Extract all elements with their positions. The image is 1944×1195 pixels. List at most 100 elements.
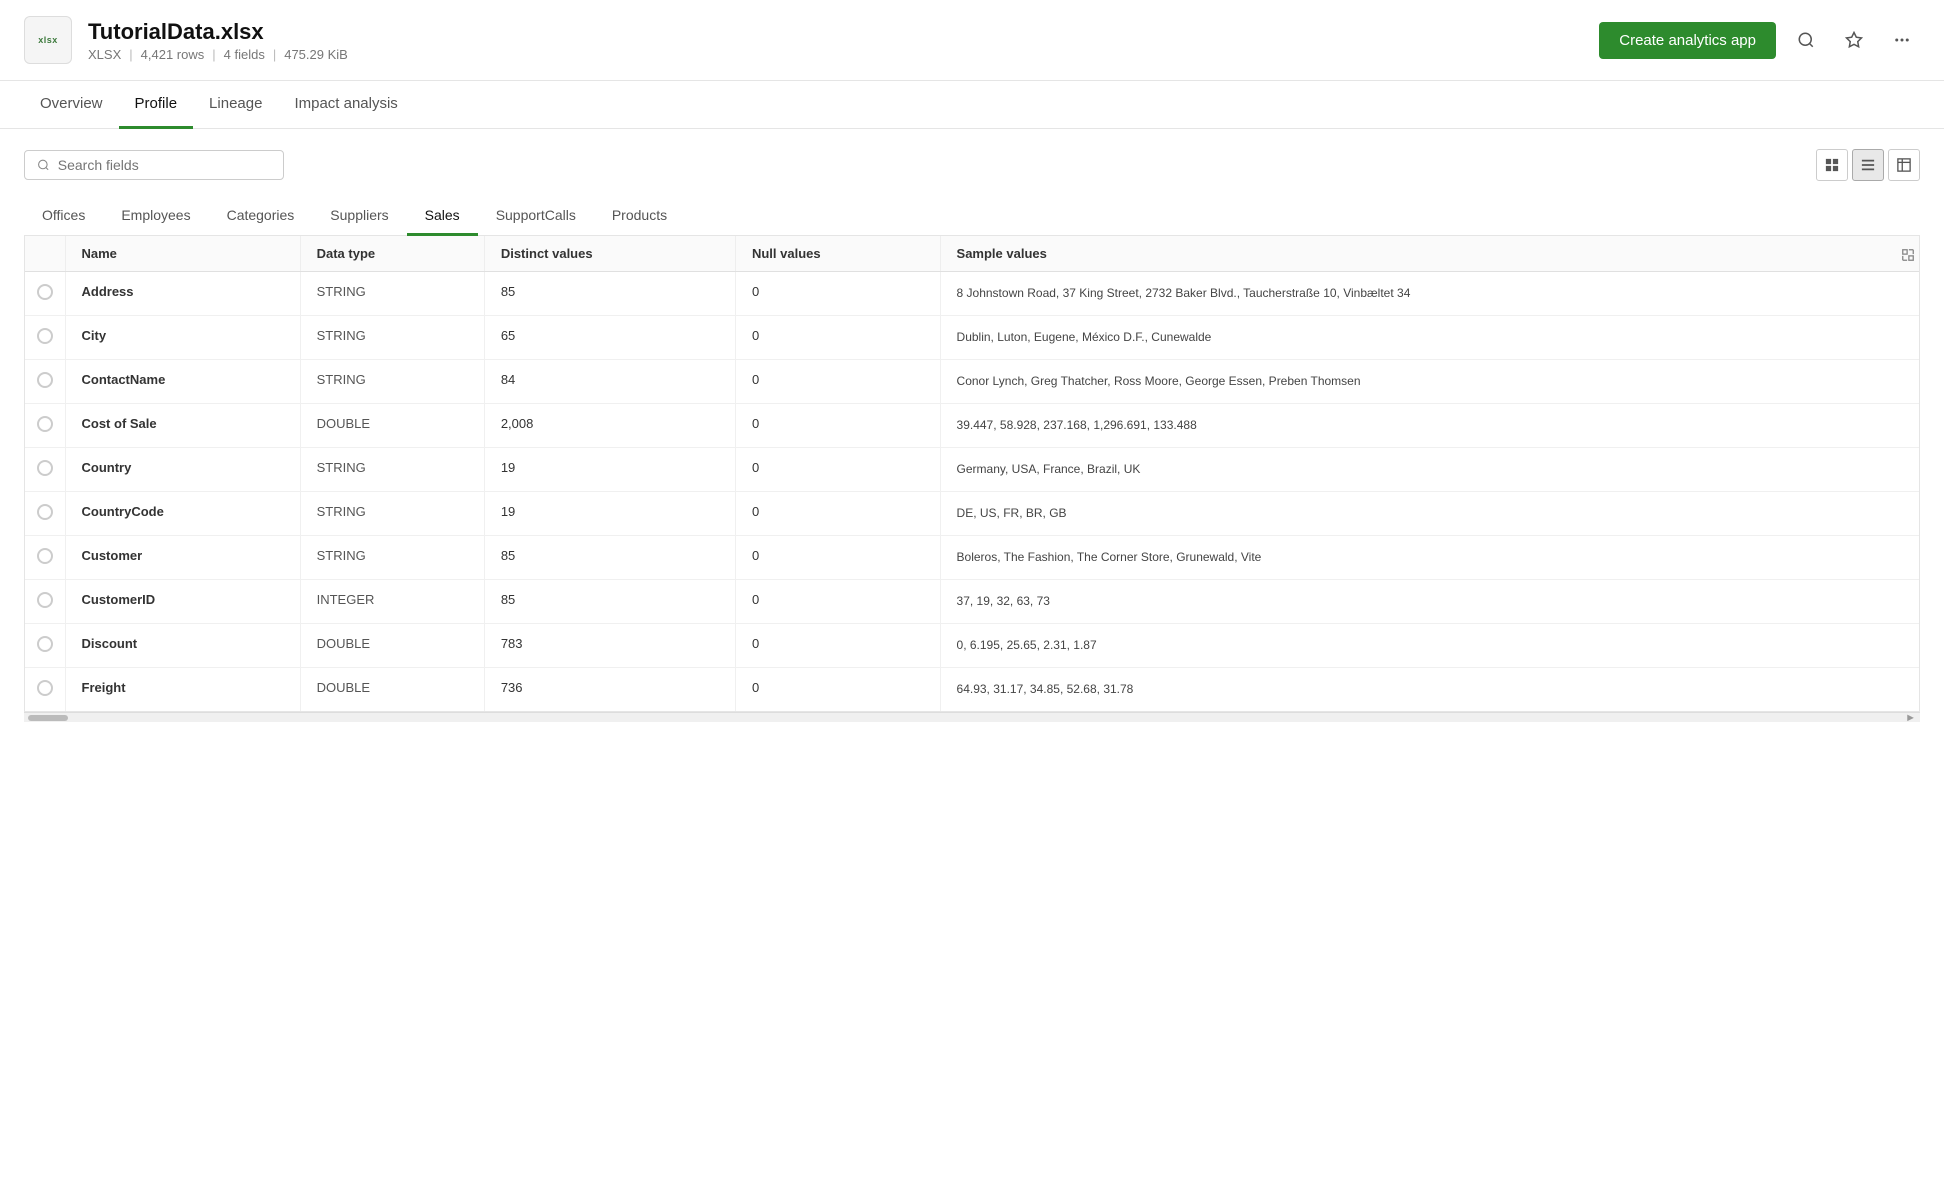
row-checkbox[interactable]	[37, 372, 53, 388]
more-icon	[1893, 31, 1911, 49]
row-checkbox[interactable]	[37, 680, 53, 696]
data-type: STRING	[317, 548, 366, 563]
row-distinct-cell: 85	[484, 272, 735, 316]
col-select	[25, 236, 65, 272]
row-null-cell: 0	[735, 272, 940, 316]
row-select-cell	[25, 404, 65, 448]
sample-values: Dublin, Luton, Eugene, México D.F., Cune…	[957, 330, 1212, 344]
main-content: Offices Employees Categories Suppliers S…	[0, 129, 1944, 742]
row-checkbox[interactable]	[37, 592, 53, 608]
row-distinct-cell: 736	[484, 668, 735, 712]
row-datatype-cell: STRING	[300, 360, 484, 404]
create-analytics-app-button[interactable]: Create analytics app	[1599, 22, 1776, 59]
row-name-cell: Freight	[65, 668, 300, 712]
row-checkbox[interactable]	[37, 328, 53, 344]
cat-tab-suppliers[interactable]: Suppliers	[312, 197, 406, 236]
cat-tab-products[interactable]: Products	[594, 197, 685, 236]
search-fields-input[interactable]	[58, 157, 271, 173]
sample-values: DE, US, FR, BR, GB	[957, 506, 1067, 520]
row-distinct-cell: 19	[484, 492, 735, 536]
row-checkbox[interactable]	[37, 284, 53, 300]
row-datatype-cell: STRING	[300, 448, 484, 492]
row-name-cell: CustomerID	[65, 580, 300, 624]
table-row: Country STRING 19 0 Germany, USA, France…	[25, 448, 1919, 492]
header-left: xlsx TutorialData.xlsx XLSX | 4,421 rows…	[24, 16, 348, 64]
row-datatype-cell: STRING	[300, 272, 484, 316]
row-distinct-cell: 85	[484, 536, 735, 580]
row-sample-cell: 39.447, 58.928, 237.168, 1,296.691, 133.…	[940, 404, 1919, 448]
cat-tab-offices[interactable]: Offices	[24, 197, 103, 236]
list-icon	[1861, 158, 1875, 172]
data-type: STRING	[317, 284, 366, 299]
file-rows: 4,421 rows	[141, 47, 205, 62]
sep2: |	[212, 47, 215, 62]
row-select-cell	[25, 272, 65, 316]
data-table-wrapper: Name Data type Distinct values Null valu…	[24, 236, 1920, 712]
scrollbar-right-arrow[interactable]: ►	[1905, 712, 1916, 722]
row-name-cell: CountryCode	[65, 492, 300, 536]
expand-icon[interactable]	[1897, 244, 1919, 269]
data-type: DOUBLE	[317, 416, 370, 431]
row-select-cell	[25, 448, 65, 492]
row-checkbox[interactable]	[37, 504, 53, 520]
row-datatype-cell: STRING	[300, 492, 484, 536]
row-checkbox[interactable]	[37, 416, 53, 432]
star-icon	[1845, 31, 1863, 49]
row-checkbox[interactable]	[37, 460, 53, 476]
file-meta: XLSX | 4,421 rows | 4 fields | 475.29 Ki…	[88, 47, 348, 62]
data-type: STRING	[317, 328, 366, 343]
row-null-cell: 0	[735, 536, 940, 580]
data-type: INTEGER	[317, 592, 375, 607]
row-sample-cell: Conor Lynch, Greg Thatcher, Ross Moore, …	[940, 360, 1919, 404]
table-view-button[interactable]	[1888, 149, 1920, 181]
row-null-cell: 0	[735, 668, 940, 712]
field-name: Discount	[82, 636, 138, 651]
tab-impact-analysis[interactable]: Impact analysis	[278, 81, 413, 129]
more-options-button[interactable]	[1884, 22, 1920, 58]
table-icon	[1897, 158, 1911, 172]
sample-values: 8 Johnstown Road, 37 King Street, 2732 B…	[957, 286, 1411, 300]
row-checkbox[interactable]	[37, 636, 53, 652]
row-select-cell	[25, 360, 65, 404]
grid-view-button[interactable]	[1816, 149, 1848, 181]
row-checkbox[interactable]	[37, 548, 53, 564]
row-datatype-cell: DOUBLE	[300, 624, 484, 668]
tab-profile[interactable]: Profile	[119, 81, 194, 129]
table-row: ContactName STRING 84 0 Conor Lynch, Gre…	[25, 360, 1919, 404]
table-body: Address STRING 85 0 8 Johnstown Road, 37…	[25, 272, 1919, 712]
file-info: TutorialData.xlsx XLSX | 4,421 rows | 4 …	[88, 19, 348, 62]
row-name-cell: Discount	[65, 624, 300, 668]
row-sample-cell: Germany, USA, France, Brazil, UK	[940, 448, 1919, 492]
row-null-cell: 0	[735, 492, 940, 536]
cat-tab-employees[interactable]: Employees	[103, 197, 208, 236]
header-right: Create analytics app	[1599, 22, 1920, 59]
row-distinct-cell: 783	[484, 624, 735, 668]
horizontal-scrollbar[interactable]: ►	[24, 712, 1920, 722]
row-datatype-cell: INTEGER	[300, 580, 484, 624]
row-distinct-cell: 2,008	[484, 404, 735, 448]
row-distinct-cell: 84	[484, 360, 735, 404]
search-icon-button[interactable]	[1788, 22, 1824, 58]
main-tabs: Overview Profile Lineage Impact analysis	[0, 81, 1944, 129]
tab-overview[interactable]: Overview	[24, 81, 119, 129]
field-name: Customer	[82, 548, 143, 563]
field-name: Country	[82, 460, 132, 475]
cat-tab-supportcalls[interactable]: SupportCalls	[478, 197, 594, 236]
cat-tab-categories[interactable]: Categories	[209, 197, 313, 236]
search-icon	[1797, 31, 1815, 49]
data-type: STRING	[317, 372, 366, 387]
file-type: XLSX	[88, 47, 121, 62]
data-type: STRING	[317, 460, 366, 475]
list-view-button[interactable]	[1852, 149, 1884, 181]
page-header: xlsx TutorialData.xlsx XLSX | 4,421 rows…	[0, 0, 1944, 81]
cat-tab-sales[interactable]: Sales	[407, 197, 478, 236]
tab-lineage[interactable]: Lineage	[193, 81, 278, 129]
data-table: Name Data type Distinct values Null valu…	[25, 236, 1919, 711]
row-name-cell: ContactName	[65, 360, 300, 404]
row-name-cell: City	[65, 316, 300, 360]
category-tabs: Offices Employees Categories Suppliers S…	[24, 197, 1920, 236]
sep3: |	[273, 47, 276, 62]
sample-values: Germany, USA, France, Brazil, UK	[957, 462, 1141, 476]
star-icon-button[interactable]	[1836, 22, 1872, 58]
sample-values: 64.93, 31.17, 34.85, 52.68, 31.78	[957, 682, 1134, 696]
